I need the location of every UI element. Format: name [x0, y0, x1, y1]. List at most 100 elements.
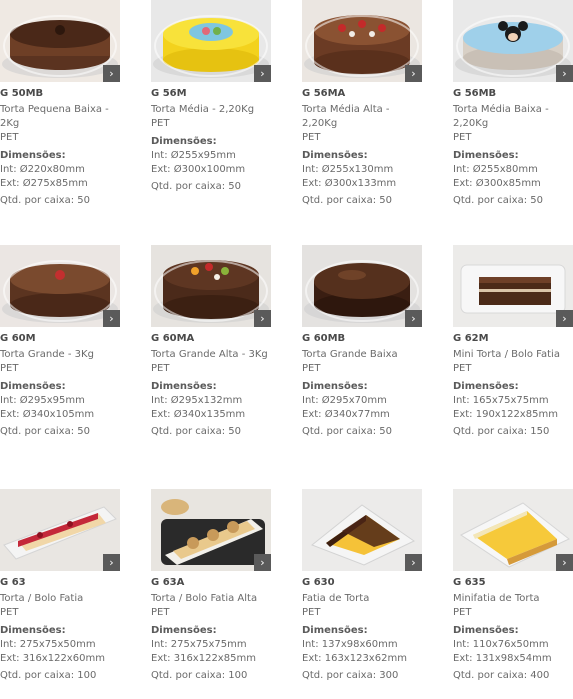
- qty-value: 400: [530, 670, 550, 681]
- details-arrow-button[interactable]: ›: [103, 310, 120, 327]
- product-photo: [151, 245, 271, 327]
- ext-value: Ø300x100mm: [173, 164, 246, 175]
- dimensions-heading: Dimensões:: [151, 136, 217, 147]
- int-prefix: Int:: [151, 150, 171, 161]
- product-material: PET: [151, 118, 170, 129]
- details-arrow-button[interactable]: ›: [254, 310, 271, 327]
- product-image[interactable]: ›: [453, 489, 573, 571]
- product-image[interactable]: ›: [151, 245, 271, 327]
- product-image[interactable]: ›: [151, 489, 271, 571]
- product-name: Torta Grande - 3Kg: [0, 349, 94, 360]
- product-code[interactable]: G 62M: [453, 332, 573, 345]
- product-name: Torta Grande Alta - 3Kg: [151, 349, 268, 360]
- dimensions-heading: Dimensões:: [453, 150, 519, 161]
- int-value: 275x75x50mm: [19, 639, 96, 650]
- product-photo: [302, 0, 422, 82]
- product-code[interactable]: G 50MB: [0, 87, 122, 100]
- quantity-per-box: Qtd. por caixa: 50: [453, 194, 573, 208]
- details-arrow-button[interactable]: ›: [405, 65, 422, 82]
- product-code[interactable]: G 635: [453, 576, 573, 589]
- int-value: Ø255x130mm: [321, 164, 394, 175]
- product-name: Torta / Bolo Fatia: [0, 593, 84, 604]
- product-card: › G 60MA Torta Grande Alta - 3Kg PET Dim…: [151, 245, 273, 439]
- int-prefix: Int:: [0, 639, 20, 650]
- product-code[interactable]: G 56MA: [302, 87, 424, 100]
- product-image[interactable]: ›: [0, 0, 120, 82]
- qty-prefix: Qtd. por caixa:: [0, 670, 78, 681]
- product-card: › G 56MA Torta Média Alta - 2,20Kg PET D…: [302, 0, 424, 208]
- product-code[interactable]: G 56M: [151, 87, 273, 100]
- product-code[interactable]: G 630: [302, 576, 424, 589]
- details-arrow-button[interactable]: ›: [556, 65, 573, 82]
- int-prefix: Int:: [453, 639, 473, 650]
- quantity-per-box: Qtd. por caixa: 50: [0, 194, 122, 208]
- ext-prefix: Ext:: [0, 178, 23, 189]
- product-code[interactable]: G 63: [0, 576, 122, 589]
- product-code[interactable]: G 60M: [0, 332, 122, 345]
- product-grid: › G 50MB Torta Pequena Baixa - 2Kg PET D…: [0, 0, 573, 699]
- qty-prefix: Qtd. por caixa:: [302, 195, 380, 206]
- details-arrow-button[interactable]: ›: [556, 310, 573, 327]
- ext-value: Ø275x85mm: [22, 178, 88, 189]
- product-image[interactable]: ›: [302, 0, 422, 82]
- product-card: › G 56M Torta Média - 2,20Kg PET Dimensõ…: [151, 0, 273, 194]
- product-card: › G 63A Torta / Bolo Fatia Alta PET Dime…: [151, 489, 273, 683]
- ext-prefix: Ext:: [453, 653, 476, 664]
- ext-value: 190x122x85mm: [475, 409, 558, 420]
- int-value: 275x75x75mm: [170, 639, 247, 650]
- qty-value: 50: [379, 426, 392, 437]
- quantity-per-box: Qtd. por caixa: 50: [0, 425, 122, 439]
- product-card: › G 630 Fatia de Torta PET Dimensões: In…: [302, 489, 424, 683]
- product-code[interactable]: G 60MA: [151, 332, 273, 345]
- external-dimension: Ext: 190x122x85mm: [453, 408, 573, 422]
- dimensions-heading: Dimensões:: [0, 381, 66, 392]
- quantity-per-box: Qtd. por caixa: 50: [151, 180, 273, 194]
- product-image[interactable]: ›: [453, 0, 573, 82]
- details-arrow-button[interactable]: ›: [254, 65, 271, 82]
- product-material: PET: [453, 132, 472, 143]
- details-arrow-button[interactable]: ›: [556, 554, 573, 571]
- details-arrow-button[interactable]: ›: [103, 65, 120, 82]
- product-image[interactable]: ›: [453, 245, 573, 327]
- product-photo: [302, 489, 422, 571]
- external-dimension: Ext: 163x123x62mm: [302, 652, 424, 666]
- int-value: 137x98x60mm: [321, 639, 398, 650]
- product-photo: [151, 489, 271, 571]
- product-image[interactable]: ›: [302, 489, 422, 571]
- details-arrow-button[interactable]: ›: [405, 554, 422, 571]
- details-arrow-button[interactable]: ›: [103, 554, 120, 571]
- product-photo: [0, 489, 120, 571]
- ext-value: Ø340x105mm: [22, 409, 95, 420]
- product-image[interactable]: ›: [0, 245, 120, 327]
- qty-value: 50: [77, 195, 90, 206]
- product-photo: [0, 0, 120, 82]
- qty-prefix: Qtd. por caixa:: [151, 670, 229, 681]
- product-photo: [453, 0, 573, 82]
- dimensions-heading: Dimensões:: [151, 625, 217, 636]
- product-material: PET: [0, 132, 19, 143]
- product-image[interactable]: ›: [151, 0, 271, 82]
- details-arrow-button[interactable]: ›: [405, 310, 422, 327]
- int-value: 165x75x75mm: [472, 395, 549, 406]
- details-arrow-button[interactable]: ›: [254, 554, 271, 571]
- qty-value: 50: [77, 426, 90, 437]
- product-name: Torta Grande Baixa: [302, 349, 398, 360]
- internal-dimension: Int: 110x76x50mm: [453, 638, 573, 652]
- product-card: › G 63 Torta / Bolo Fatia PET Dimensões:…: [0, 489, 122, 683]
- product-code[interactable]: G 63A: [151, 576, 273, 589]
- product-image[interactable]: ›: [0, 489, 120, 571]
- qty-prefix: Qtd. por caixa:: [0, 195, 78, 206]
- external-dimension: Ext: 316x122x85mm: [151, 652, 273, 666]
- qty-value: 150: [530, 426, 550, 437]
- qty-prefix: Qtd. por caixa:: [302, 670, 380, 681]
- ext-prefix: Ext:: [0, 409, 23, 420]
- product-image[interactable]: ›: [302, 245, 422, 327]
- int-value: 110x76x50mm: [472, 639, 549, 650]
- product-code[interactable]: G 60MB: [302, 332, 424, 345]
- product-card: › G 56MB Torta Média Baixa - 2,20Kg PET …: [453, 0, 573, 208]
- internal-dimension: Int: Ø255x95mm: [151, 149, 273, 163]
- product-name: Torta / Bolo Fatia Alta: [151, 593, 258, 604]
- int-prefix: Int:: [453, 395, 473, 406]
- product-code[interactable]: G 56MB: [453, 87, 573, 100]
- ext-value: Ø340x77mm: [324, 409, 390, 420]
